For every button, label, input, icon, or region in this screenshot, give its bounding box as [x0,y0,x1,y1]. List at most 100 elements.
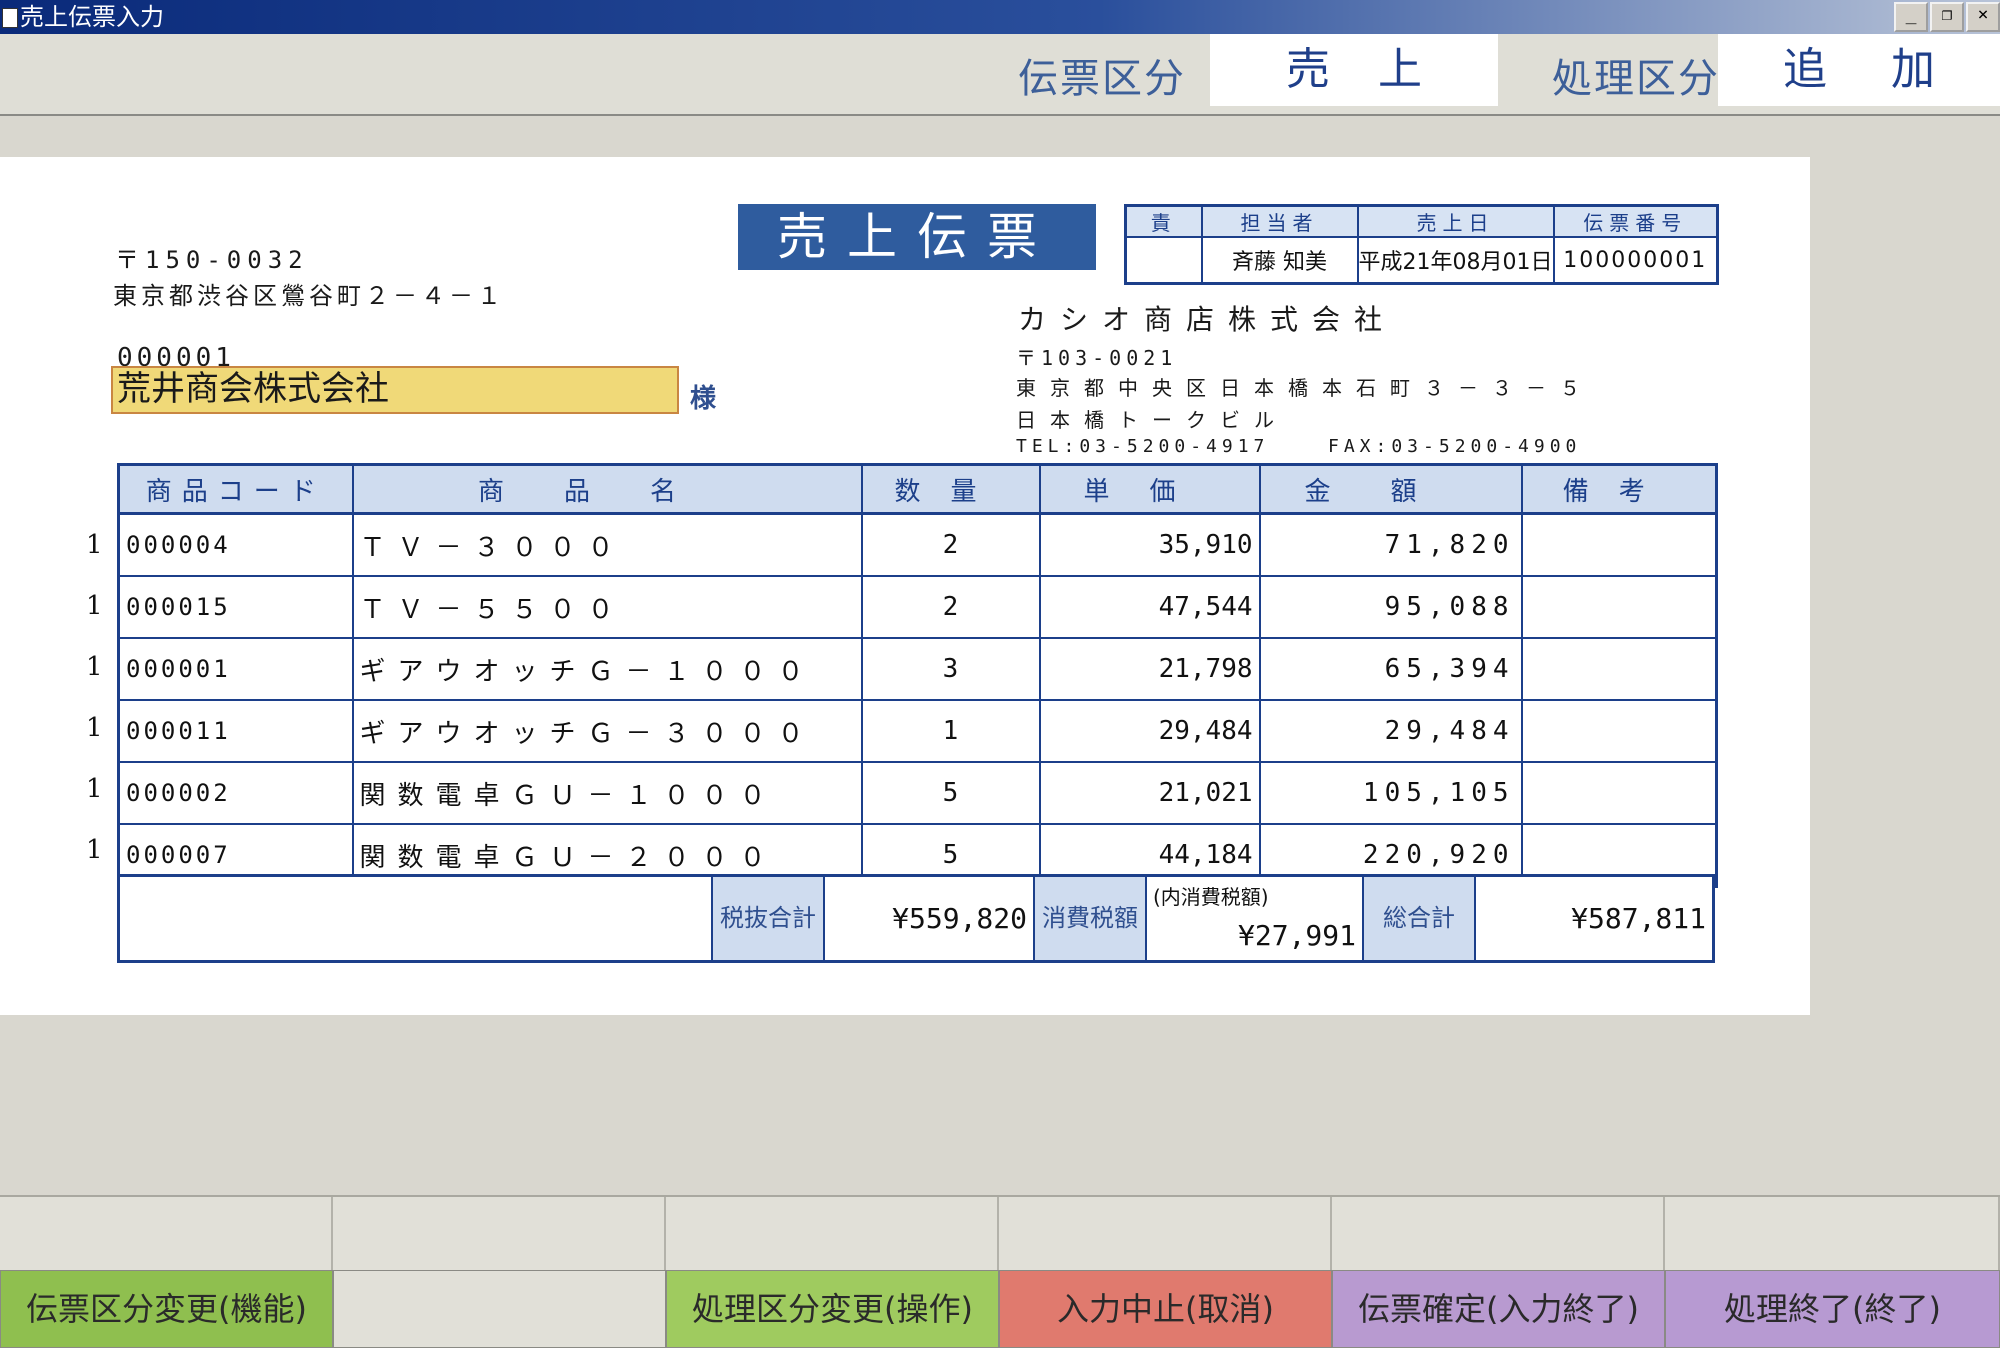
cell-qty[interactable]: 2 [860,512,1040,576]
cell-name[interactable]: ＴＶ－３０００ [351,512,862,576]
cell-code[interactable]: 000004 [118,512,353,576]
cell-code[interactable]: 000002 [118,761,353,824]
column-header-qty: 数量 [860,464,1040,515]
header-bar: 伝票区分 売上 処理区分 追加 [0,34,2000,116]
info-header-slip-number: 伝票番号 [1552,204,1719,238]
function-key-spacer [0,1195,2000,1272]
cell-qty[interactable]: 3 [860,637,1040,700]
restore-button[interactable]: ❐ [1930,2,1964,32]
customer-postal: 〒150-0032 [115,246,309,274]
title-bar: 売上伝票入力 _ ❐ × [0,0,2000,34]
line-number: 1 [86,530,103,560]
info-responsible[interactable] [1124,236,1203,285]
cell-name[interactable]: 関数電卓ＧＵ－１０００ [351,761,862,824]
table-row[interactable]: 000001 ギアウオッチＧ－１０００ 3 21,798 65,394 [118,637,1717,700]
fkey-spacer-cell [0,1197,333,1272]
slip-title: 売上伝票 [738,204,1096,270]
cell-amount: 29,484 [1258,699,1522,762]
line-number: 1 [86,774,103,804]
column-header-price: 単価 [1038,464,1260,515]
window-controls: _ ❐ × [1894,2,2000,32]
info-header-staff: 担当者 [1200,204,1359,238]
info-staff[interactable]: 斉藤 知美 [1200,236,1359,285]
cell-name[interactable]: ギアウオッチＧ－３０００ [351,699,862,762]
exit-process-button[interactable]: 処理終了(終了) [1665,1270,2000,1348]
line-number: 1 [86,835,103,865]
table-row[interactable]: 000004 ＴＶ－３０００ 2 35,910 71,820 [118,512,1717,576]
cell-note[interactable] [1520,575,1717,638]
column-header-code: 商品コード [118,464,353,515]
cell-amount: 95,088 [1258,575,1522,638]
cell-qty[interactable]: 2 [860,575,1040,638]
cell-price[interactable]: 47,544 [1038,575,1260,638]
honorific-label: 様 [690,384,717,414]
cell-qty[interactable]: 1 [860,699,1040,762]
subtotal-label: 税抜合計 [711,877,823,960]
company-fax: FAX:03-5200-4900 [1328,436,1582,457]
column-header-name: 商品名 [351,464,862,515]
cell-name[interactable]: ギアウオッチＧ－１０００ [351,637,862,700]
info-header-row: 責 担当者 売上日 伝票番号 [1124,204,1719,238]
slip-type-label: 伝票区分 [1018,56,1186,102]
company-name: カシオ商店株式会社 [1018,303,1397,336]
grand-total-label: 総合計 [1362,877,1474,960]
cell-amount: 105,105 [1258,761,1522,824]
cell-note[interactable] [1520,699,1717,762]
cell-price[interactable]: 21,021 [1038,761,1260,824]
info-header-sales-date: 売上日 [1356,204,1555,238]
fkey-spacer-cell [1332,1197,1665,1272]
blank-function-key [333,1270,666,1348]
confirm-slip-button[interactable]: 伝票確定(入力終了) [1332,1270,1665,1348]
cell-qty[interactable]: 5 [860,761,1040,824]
process-type-label: 処理区分 [1552,56,1720,102]
cell-note[interactable] [1520,512,1717,576]
function-key-bar: 伝票区分変更(機能) 処理区分変更(操作) 入力中止(取消) 伝票確定(入力終了… [0,1270,2000,1348]
line-number: 1 [86,713,103,743]
company-address-2: 日本橋トークビル [1016,408,1288,432]
process-type-field[interactable]: 追加 [1718,34,2000,106]
app-icon [2,8,18,28]
window-title: 売上伝票入力 [20,3,164,31]
slip-type-field[interactable]: 売上 [1210,34,1498,106]
cell-code[interactable]: 000015 [118,575,353,638]
cell-code[interactable]: 000011 [118,699,353,762]
tax-label: 消費税額 [1033,877,1145,960]
line-number: 1 [86,591,103,621]
cell-price[interactable]: 35,910 [1038,512,1260,576]
company-tel: TEL:03-5200-4917 [1016,436,1270,457]
fkey-spacer-cell [1665,1197,2000,1272]
cell-price[interactable]: 21,798 [1038,637,1260,700]
customer-name-input[interactable]: 荒井商会株式会社 [111,366,679,414]
slip-info-table: 責 担当者 売上日 伝票番号 斉藤 知美 平成21年08月01日 1000000… [1124,204,1719,285]
close-button[interactable]: × [1966,2,2000,32]
tax-inclusive-note: (内消費税額) [1153,885,1269,909]
info-header-responsible: 責 [1124,204,1203,238]
cell-amount: 65,394 [1258,637,1522,700]
company-postal: 〒103-0021 [1016,346,1178,370]
customer-address: 東京都渋谷区鶯谷町２－４－１ [113,282,505,310]
tax-value: ¥27,991 [1237,919,1356,952]
cell-price[interactable]: 29,484 [1038,699,1260,762]
minimize-button[interactable]: _ [1894,2,1928,32]
cell-note[interactable] [1520,637,1717,700]
cell-note[interactable] [1520,761,1717,824]
grand-total-value: ¥587,811 [1474,877,1712,960]
change-slip-type-button[interactable]: 伝票区分変更(機能) [0,1270,333,1348]
fkey-spacer-cell [999,1197,1332,1272]
change-process-type-button[interactable]: 処理区分変更(操作) [666,1270,999,1348]
cell-name[interactable]: ＴＶ－５５００ [351,575,862,638]
table-row[interactable]: 000011 ギアウオッチＧ－３０００ 1 29,484 29,484 [118,699,1717,762]
column-header-amount: 金額 [1258,464,1522,515]
cancel-input-button[interactable]: 入力中止(取消) [999,1270,1332,1348]
info-sales-date[interactable]: 平成21年08月01日 [1356,236,1555,285]
company-address-1: 東京都中央区日本橋本石町３－３－５ [1016,376,1594,400]
table-row[interactable]: 000015 ＴＶ－５５００ 2 47,544 95,088 [118,575,1717,638]
subtotal-value: ¥559,820 [823,877,1033,960]
table-row[interactable]: 000002 関数電卓ＧＵ－１０００ 5 21,021 105,105 [118,761,1717,824]
cell-code[interactable]: 000001 [118,637,353,700]
items-header-row: 商品コード 商品名 数量 単価 金額 備考 [118,464,1717,515]
fkey-spacer-cell [333,1197,666,1272]
info-value-row: 斉藤 知美 平成21年08月01日 100000001 [1124,236,1719,285]
info-slip-number[interactable]: 100000001 [1552,236,1719,285]
tax-cell: (内消費税額) ¥27,991 [1145,877,1362,960]
